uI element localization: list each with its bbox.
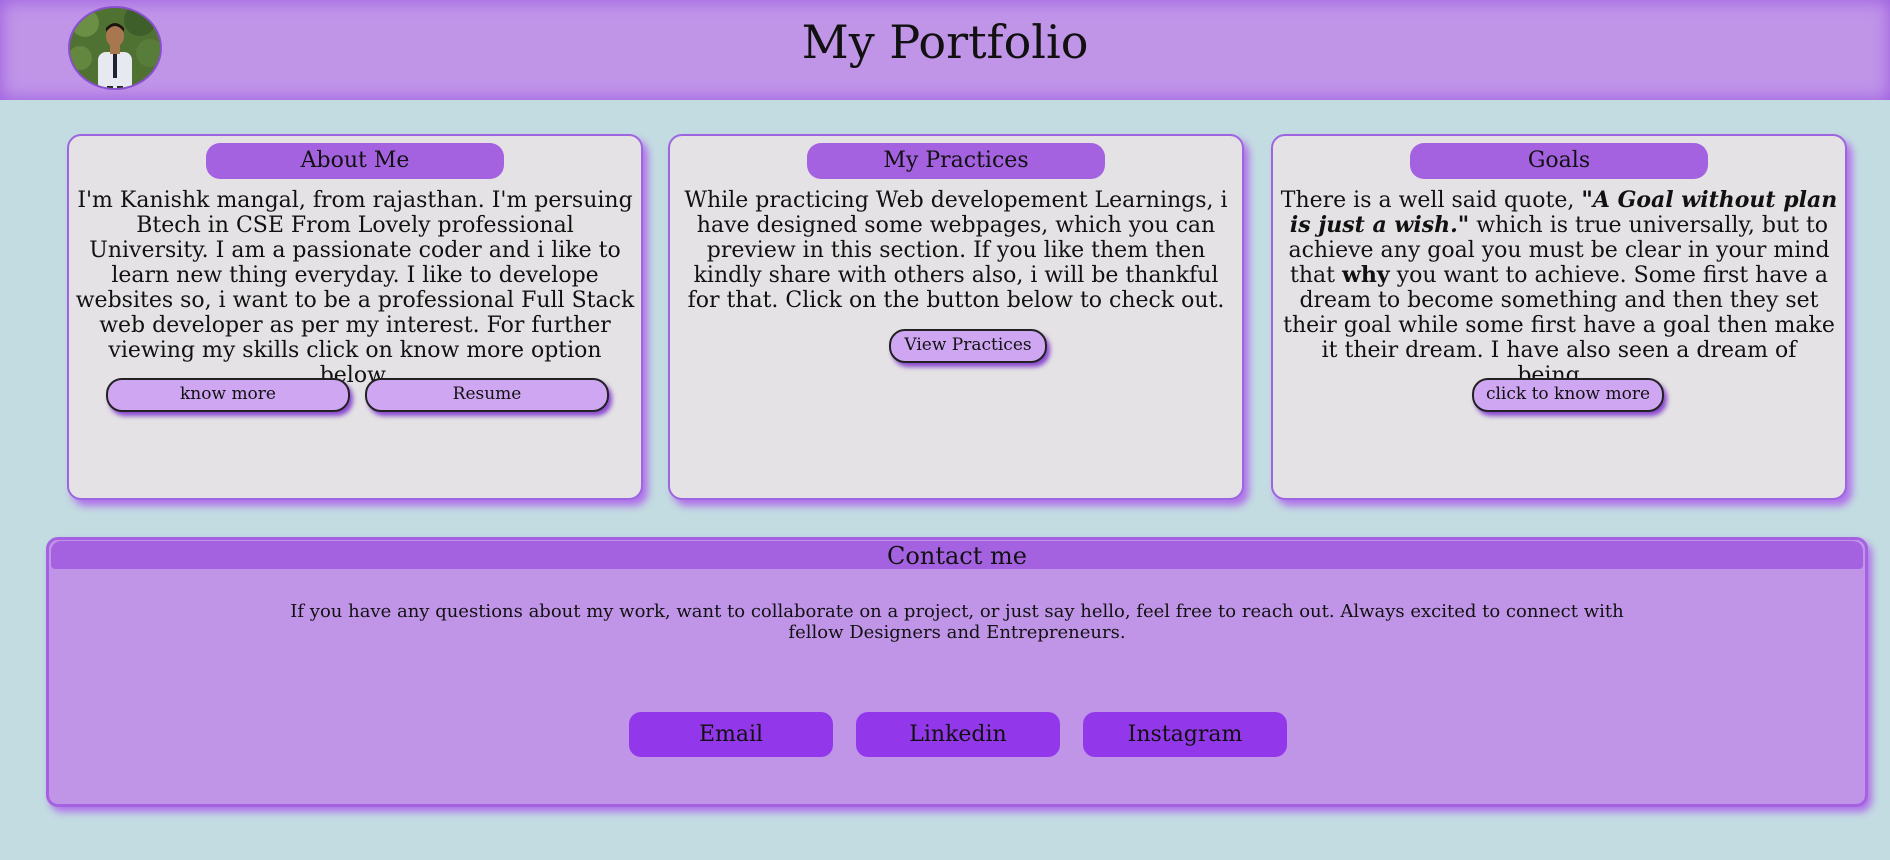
about-me-card: About Me I'm Kanishk mangal, from rajast… [67, 134, 643, 500]
goals-card: Goals There is a well said quote, "A Goa… [1271, 134, 1847, 500]
know-more-button[interactable]: know more [106, 378, 350, 412]
my-practices-card: My Practices While practicing Web develo… [668, 134, 1244, 500]
my-practices-heading: My Practices [807, 143, 1105, 179]
view-practices-button[interactable]: View Practices [889, 329, 1047, 363]
goals-heading: Goals [1410, 143, 1708, 179]
goals-emphasis: why [1341, 262, 1390, 288]
instagram-button[interactable]: Instagram [1083, 712, 1287, 757]
about-me-heading: About Me [206, 143, 504, 179]
contact-heading: Contact me [51, 541, 1863, 570]
linkedin-button[interactable]: Linkedin [856, 712, 1060, 757]
goals-text: There is a well said quote, "A Goal with… [1279, 188, 1839, 389]
goals-text-intro: There is a well said quote, [1280, 188, 1582, 213]
contact-section: Contact me If you have any questions abo… [46, 537, 1868, 807]
my-practices-text: While practicing Web developement Learni… [684, 188, 1228, 313]
email-button[interactable]: Email [629, 712, 833, 757]
click-to-know-more-button[interactable]: click to know more [1472, 378, 1664, 412]
page-title: My Portfolio [801, 15, 1089, 69]
resume-button[interactable]: Resume [365, 378, 609, 412]
header-bar: My Portfolio [0, 0, 1890, 100]
contact-text: If you have any questions about my work,… [290, 601, 1624, 643]
about-me-text: I'm Kanishk mangal, from rajasthan. I'm … [75, 188, 635, 388]
